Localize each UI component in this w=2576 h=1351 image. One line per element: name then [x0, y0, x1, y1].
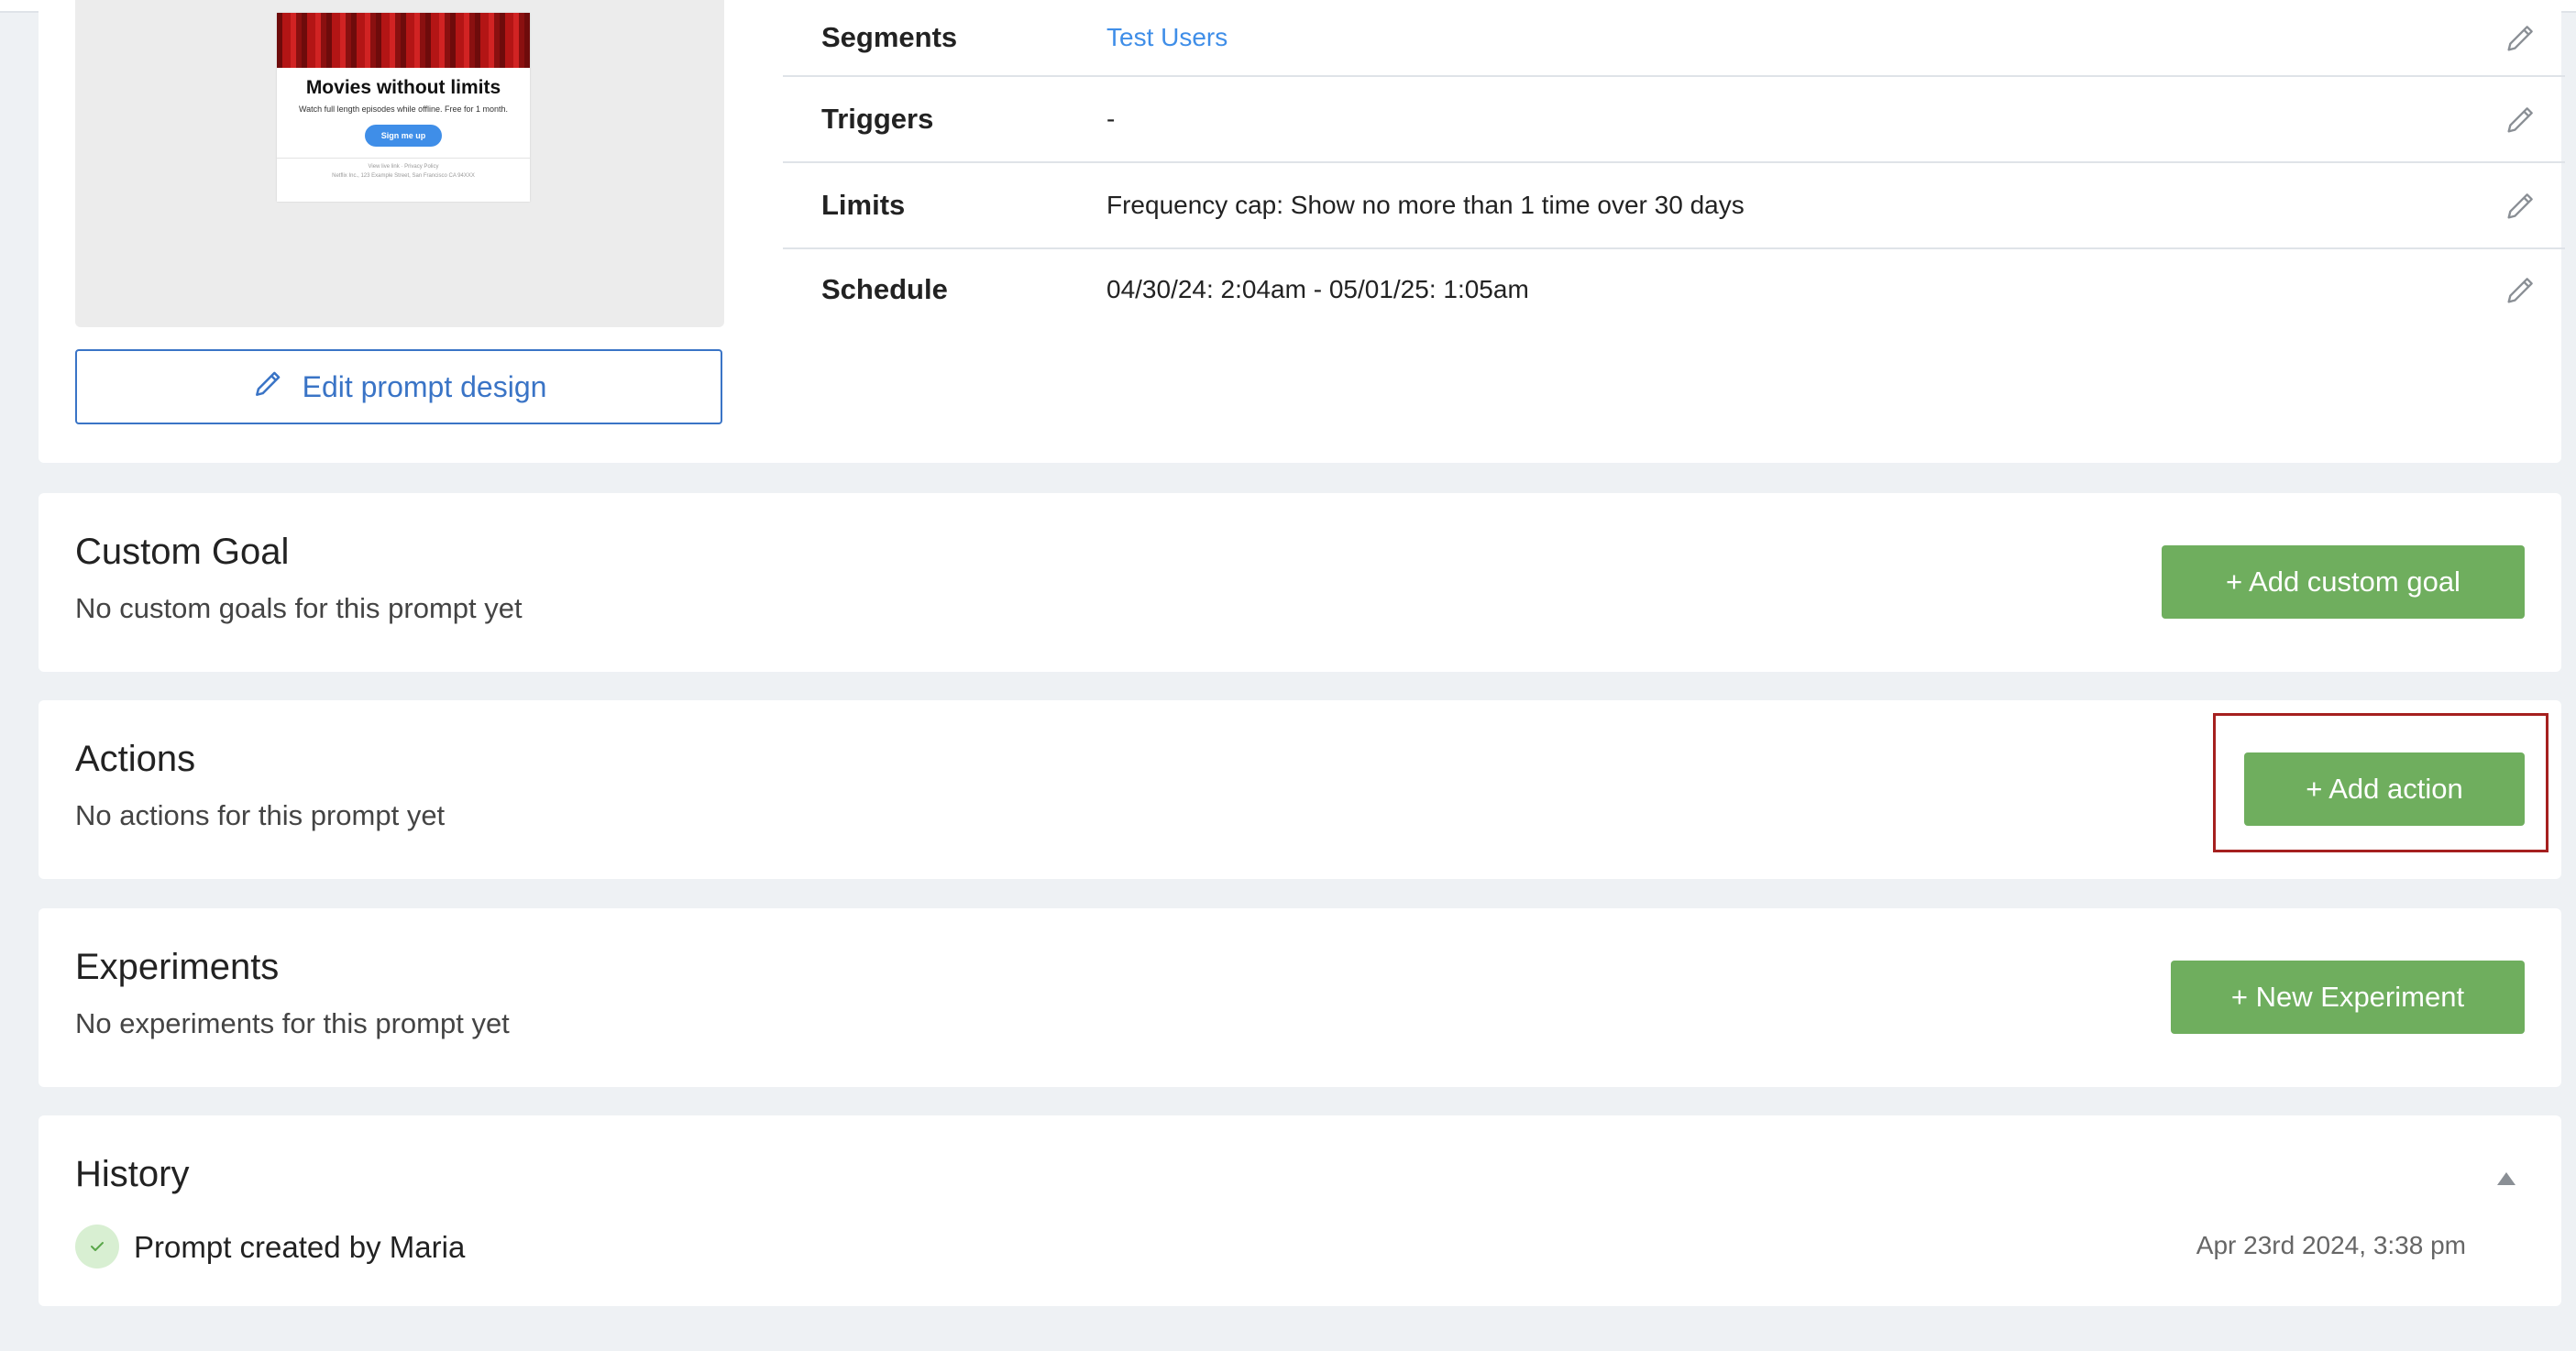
preview-cta-button: Sign me up	[365, 125, 442, 147]
detail-row-schedule: Schedule 04/30/24: 2:04am - 05/01/25: 1:…	[783, 247, 2565, 332]
edit-schedule-button[interactable]	[2495, 264, 2547, 315]
section-title: Actions	[75, 739, 196, 779]
prompt-details-card: Movies without limits Watch full length …	[39, 0, 2565, 463]
actions-section: Actions No actions for this prompt yet +…	[39, 700, 2561, 879]
collapse-caret-icon[interactable]	[2497, 1172, 2515, 1185]
preview-footer-address: Netflix Inc., 123 Example Street, San Fr…	[332, 173, 475, 179]
new-experiment-button[interactable]: + New Experiment	[2171, 961, 2525, 1034]
section-empty-text: No actions for this prompt yet	[75, 799, 446, 831]
detail-label: Segments	[821, 21, 958, 53]
edit-limits-button[interactable]	[2495, 180, 2547, 231]
highlight-box	[2213, 713, 2548, 852]
detail-row-triggers: Triggers -	[783, 77, 2565, 163]
detail-row-limits: Limits Frequency cap: Show no more than …	[783, 163, 2565, 249]
preview-subtitle: Watch full length episodes while offline…	[298, 104, 509, 114]
edit-triggers-button[interactable]	[2495, 93, 2547, 145]
preview-divider	[277, 158, 530, 159]
edit-prompt-design-button[interactable]: Edit prompt design	[75, 349, 722, 424]
section-empty-text: No experiments for this prompt yet	[75, 1007, 510, 1039]
check-icon	[75, 1225, 119, 1269]
history-section: History Prompt created by Maria Apr 23rd…	[39, 1115, 2561, 1306]
detail-label: Schedule	[821, 273, 948, 305]
section-title: History	[75, 1154, 190, 1194]
pencil-icon	[2507, 278, 2533, 303]
preview-hero-image	[277, 13, 530, 68]
history-entry-text: Prompt created by Maria	[134, 1230, 466, 1264]
preview-title: Movies without limits	[305, 77, 501, 98]
section-title: Experiments	[75, 947, 280, 987]
segments-link[interactable]: Test Users	[1106, 23, 2495, 52]
pencil-icon	[2507, 107, 2533, 133]
section-empty-text: No custom goals for this prompt yet	[75, 592, 523, 624]
experiments-section: Experiments No experiments for this prom…	[39, 908, 2561, 1087]
add-custom-goal-button[interactable]: + Add custom goal	[2162, 545, 2525, 619]
prompt-preview: Movies without limits Watch full length …	[75, 0, 724, 327]
edit-segments-button[interactable]	[2495, 12, 2547, 63]
section-title: Custom Goal	[75, 532, 290, 572]
detail-value: -	[1106, 104, 1116, 133]
edit-prompt-design-label: Edit prompt design	[302, 369, 547, 403]
detail-value: 04/30/24: 2:04am - 05/01/25: 1:05am	[1106, 275, 1529, 303]
preview-footer-links: View live link · Privacy Policy	[368, 164, 439, 170]
prompt-preview-thumbnail: Movies without limits Watch full length …	[277, 13, 530, 202]
pencil-icon	[2507, 26, 2533, 51]
pencil-icon	[2507, 193, 2533, 219]
custom-goal-section: Custom Goal No custom goals for this pro…	[39, 493, 2561, 672]
pencil-icon	[251, 366, 286, 408]
history-entry-time: Apr 23rd 2024, 3:38 pm	[2196, 1231, 2466, 1259]
detail-value: Frequency cap: Show no more than 1 time …	[1106, 191, 1745, 219]
detail-label: Triggers	[821, 103, 934, 135]
detail-row-segments: Segments Test Users	[783, 0, 2565, 77]
detail-label: Limits	[821, 189, 906, 221]
